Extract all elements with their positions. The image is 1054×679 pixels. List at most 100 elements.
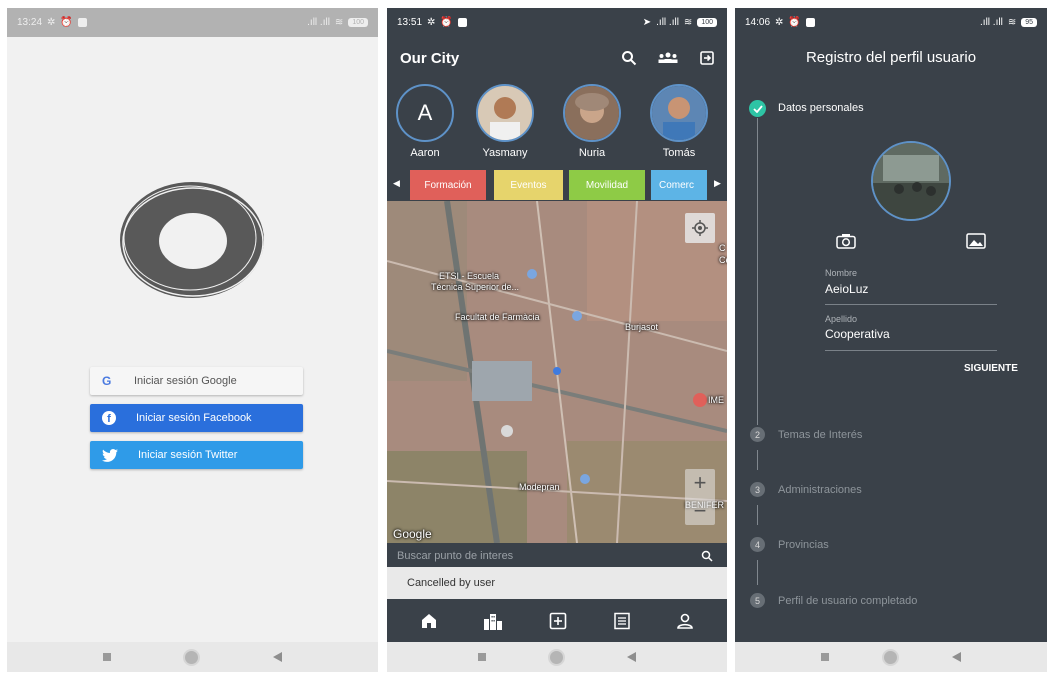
back-button[interactable] xyxy=(951,652,961,662)
system-nav-bar xyxy=(7,642,378,672)
apellido-underline xyxy=(825,350,997,351)
chip-eventos[interactable]: Eventos xyxy=(494,170,563,200)
add-box-icon[interactable] xyxy=(549,612,567,630)
app-notification-icon xyxy=(805,18,815,27)
alarm-icon: ⏰ xyxy=(440,17,453,28)
recents-button[interactable] xyxy=(478,653,486,661)
avatar-name: Yasmany xyxy=(482,147,528,159)
facebook-login-label: Iniciar sesión Facebook xyxy=(136,412,252,424)
google-login-label: Iniciar sesión Google xyxy=(134,375,237,387)
bottom-navigation xyxy=(387,599,727,642)
step-4-label[interactable]: Provincias xyxy=(778,539,829,551)
back-button[interactable] xyxy=(627,652,636,662)
apellido-field[interactable]: Cooperativa xyxy=(825,327,890,341)
map-view[interactable]: ETSI - Escuela Técnica Superior de... Fa… xyxy=(387,201,727,543)
signal-icon: .ıll .ıll xyxy=(656,17,679,28)
avatar-name: Tomás xyxy=(662,147,696,159)
step-3-label[interactable]: Administraciones xyxy=(778,484,862,496)
apellido-label: Apellido xyxy=(825,314,858,324)
gallery-image-icon[interactable] xyxy=(966,233,986,249)
notification-icon: ✲ xyxy=(427,17,436,28)
recents-button[interactable] xyxy=(103,653,112,661)
step-2-number[interactable]: 2 xyxy=(750,427,765,442)
system-nav-bar xyxy=(735,642,1047,672)
poi-search-bar[interactable]: Buscar punto de interes xyxy=(387,543,727,569)
step-3-number[interactable]: 3 xyxy=(750,482,765,497)
nombre-field[interactable]: AeioLuz xyxy=(825,282,868,296)
chip-comercio[interactable]: Comerc xyxy=(651,170,707,200)
home-button[interactable] xyxy=(183,648,201,666)
checkmark-icon xyxy=(752,104,763,113)
notification-icon: ✲ xyxy=(775,17,784,28)
list-document-icon[interactable] xyxy=(613,612,631,630)
map-label: IME xyxy=(708,395,725,405)
camera-icon[interactable] xyxy=(836,233,856,249)
group-icon[interactable] xyxy=(657,51,679,65)
user-profile-icon[interactable] xyxy=(676,612,694,630)
profile-photo-image xyxy=(873,143,949,219)
zoom-controls: + − xyxy=(685,469,715,525)
step-4-number[interactable]: 4 xyxy=(750,537,765,552)
battery-icon: 95 xyxy=(1021,18,1037,27)
next-button[interactable]: SIGUIENTE xyxy=(964,363,1018,374)
stepper-line xyxy=(757,118,758,425)
map-label: Técnica Superior de... xyxy=(431,282,520,292)
chip-formacion[interactable]: Formación xyxy=(410,170,486,200)
poi-search-placeholder: Buscar punto de interes xyxy=(397,550,514,562)
signal-icon: .ıll .ıll xyxy=(980,17,1003,28)
status-bar: 13:24 ✲ ⏰ .ıll .ıll ≋ 100 xyxy=(7,8,378,37)
app-logo xyxy=(120,182,264,298)
home-button[interactable] xyxy=(548,648,565,666)
app-title: Our City xyxy=(400,49,460,67)
status-bar: 14:06 ✲ ⏰ .ıll .ıll ≋ 95 xyxy=(735,8,1047,37)
chip-label: Movilidad xyxy=(585,179,629,191)
map-label: C xyxy=(719,243,726,253)
battery-icon: 100 xyxy=(697,18,717,27)
twitter-login-button[interactable]: Iniciar sesión Twitter xyxy=(90,441,303,469)
map-label: Modepran xyxy=(519,482,560,492)
step-1-done[interactable] xyxy=(749,100,766,117)
google-icon: G xyxy=(102,374,112,388)
story-avatar[interactable]: Nuria xyxy=(562,84,622,159)
home-icon[interactable] xyxy=(420,612,438,630)
search-icon[interactable] xyxy=(621,50,637,66)
app-notification-icon xyxy=(457,18,467,27)
avatar-photo xyxy=(652,86,706,140)
page-title: Registro del perfil usuario xyxy=(805,49,977,66)
twitter-login-label: Iniciar sesión Twitter xyxy=(138,449,238,461)
chip-movilidad[interactable]: Movilidad xyxy=(569,170,645,200)
google-watermark: Google xyxy=(393,527,432,541)
my-location-button[interactable] xyxy=(685,213,715,243)
zoom-out-button[interactable]: − xyxy=(694,498,707,524)
story-avatar[interactable]: Tomás xyxy=(649,84,709,159)
alarm-icon: ⏰ xyxy=(788,17,801,28)
search-icon[interactable] xyxy=(701,550,713,562)
google-login-button[interactable]: G Iniciar sesión Google xyxy=(90,367,303,395)
recents-button[interactable] xyxy=(821,653,830,661)
logout-icon[interactable] xyxy=(699,50,715,66)
story-avatar[interactable]: A Aaron xyxy=(395,84,455,159)
avatar-name: Nuria xyxy=(578,147,606,159)
story-avatar[interactable]: Yasmany xyxy=(475,84,535,159)
step-5-label[interactable]: Perfil de usuario completado xyxy=(778,595,917,607)
city-buildings-icon[interactable] xyxy=(483,612,503,630)
step-5-number[interactable]: 5 xyxy=(750,593,765,608)
zoom-in-button[interactable]: + xyxy=(694,470,707,496)
signal-icon: .ıll .ıll xyxy=(307,17,330,28)
twitter-icon xyxy=(102,448,118,462)
toast-text: Cancelled by user xyxy=(407,577,496,589)
facebook-login-button[interactable]: f Iniciar sesión Facebook xyxy=(90,404,303,432)
chip-scroll-right-icon[interactable]: ▶ xyxy=(714,178,721,189)
stepper-line xyxy=(757,560,758,585)
wifi-icon: ≋ xyxy=(1007,17,1017,28)
step-1-label[interactable]: Datos personales xyxy=(778,102,864,114)
nombre-underline xyxy=(825,304,997,305)
home-button[interactable] xyxy=(881,648,899,666)
step-2-label[interactable]: Temas de Interés xyxy=(778,429,862,441)
app-notification-icon xyxy=(77,18,87,27)
profile-photo[interactable] xyxy=(871,141,951,221)
back-button[interactable] xyxy=(272,652,282,662)
chip-scroll-left-icon[interactable]: ◀ xyxy=(393,178,400,189)
location-arrow-icon: ➤ xyxy=(642,17,652,28)
facebook-icon: f xyxy=(102,411,116,425)
